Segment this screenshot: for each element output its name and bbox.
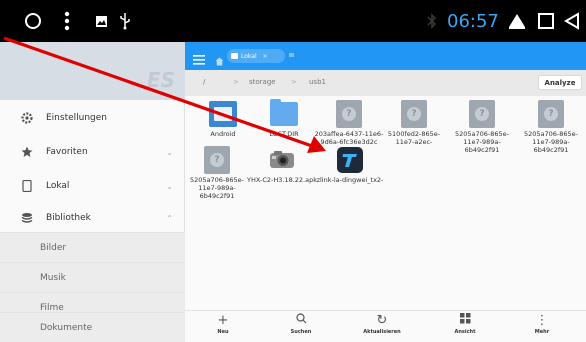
annotation-arrow — [3, 36, 326, 153]
